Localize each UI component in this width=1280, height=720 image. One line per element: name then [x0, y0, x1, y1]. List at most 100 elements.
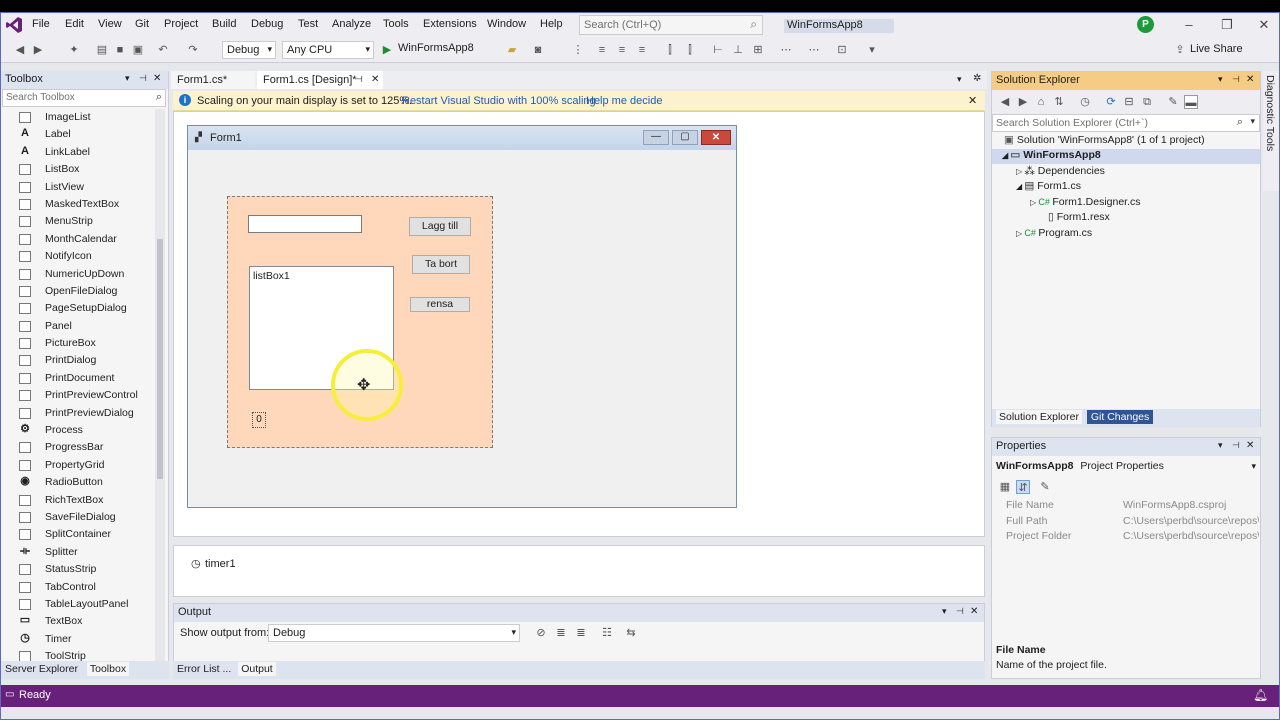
global-search-input[interactable]: Search (Ctrl+Q) ⌕	[579, 15, 763, 35]
toolbox-item-splitcontainer[interactable]: SplitContainer	[1, 526, 153, 543]
properties-icon[interactable]: ✎	[1166, 95, 1180, 109]
toolbox-item-process[interactable]: ⚙ Process	[1, 422, 153, 439]
settings-icon[interactable]: ✲	[973, 73, 981, 84]
solution-search-input[interactable]: Search Solution Explorer (Ctrl+`) ⌕ ▾	[992, 114, 1260, 132]
form1-window[interactable]: ▞ Form1 — ▢ ✕ Lagg till Ta bort rensa li…	[187, 125, 737, 508]
pin-icon[interactable]: ⊣	[1232, 74, 1240, 85]
live-share-icon[interactable]: ⇪	[1173, 43, 1187, 57]
tab-solution-explorer[interactable]: Solution Explorer	[996, 410, 1082, 424]
tab-overflow-icon[interactable]: ▾	[957, 74, 962, 85]
pin-icon[interactable]: ⊣	[956, 606, 964, 617]
toolbox-item-richtextbox[interactable]: RichTextBox	[1, 492, 153, 509]
categorized-icon[interactable]: ▦	[998, 480, 1012, 494]
toolbox-item-printdialog[interactable]: PrintDialog	[1, 352, 153, 369]
platform-select[interactable]: Any CPU	[282, 41, 374, 59]
tab-server-explorer[interactable]: Server Explorer	[5, 663, 78, 675]
toolbox-item-textbox[interactable]: ▭ TextBox	[1, 613, 153, 630]
minimize-icon[interactable]: –	[1179, 17, 1199, 33]
close-icon[interactable]: ✕	[153, 73, 161, 84]
toolbox-item-linklabel[interactable]: A LinkLabel	[1, 144, 153, 161]
close-icon[interactable]: ✕	[970, 606, 978, 617]
properties-object-select[interactable]: WinFormsApp8 Project Properties ▾	[996, 460, 1258, 476]
screenshot-icon[interactable]: ◙	[531, 43, 545, 57]
tree-solution[interactable]: ▣ Solution 'WinFormsApp8' (1 of 1 projec…	[1004, 134, 1205, 149]
start-button[interactable]: WinFormsApp8	[398, 42, 474, 54]
new-project-icon[interactable]: ✦	[67, 43, 81, 57]
tree-form1-designer[interactable]: ▷ C# Form1.Designer.cs	[1030, 196, 1141, 211]
toolbox-item-listbox[interactable]: ListBox	[1, 161, 153, 178]
tab-git-changes[interactable]: Git Changes	[1086, 410, 1154, 424]
property-row[interactable]: File Name WinFormsApp8.csproj	[992, 498, 1260, 514]
find-next-icon[interactable]: ≣	[574, 626, 588, 640]
maximize-icon[interactable]: ❐	[1217, 17, 1237, 33]
sync-icon[interactable]: ⟳	[1104, 95, 1118, 109]
toolbox-item-menustrip[interactable]: MenuStrip	[1, 213, 153, 230]
open-icon[interactable]: ▤	[95, 43, 109, 57]
property-row[interactable]: Project Folder C:\Users\perbd\source\repo…	[992, 529, 1260, 545]
toolbox-item-imagelist[interactable]: ImageList	[1, 109, 153, 126]
toolbox-item-panel[interactable]: Panel	[1, 318, 153, 335]
restart-link[interactable]: Restart Visual Studio with 100% scaling	[402, 95, 596, 107]
collapse-all-icon[interactable]: ⊟	[1122, 95, 1136, 109]
toolbox-item-printdocument[interactable]: PrintDocument	[1, 370, 153, 387]
forward-icon[interactable]: ▶	[1016, 95, 1030, 109]
toolbox-item-picturebox[interactable]: PictureBox	[1, 335, 153, 352]
property-row[interactable]: Full Path C:\Users\perbd\source\repos\W	[992, 514, 1260, 530]
property-pages-icon[interactable]: ✎	[1038, 480, 1052, 494]
toolbox-item-maskedtextbox[interactable]: MaskedTextBox	[1, 196, 153, 213]
configuration-select[interactable]: Debug	[222, 41, 276, 59]
diagnostic-tools-tab[interactable]: Diagnostic Tools	[1263, 71, 1279, 191]
tab-error-list[interactable]: Error List ...	[177, 663, 231, 675]
output-source-select[interactable]: Debug	[268, 624, 520, 642]
tree-project[interactable]: ◢ ▭ WinFormsApp8	[992, 149, 1260, 164]
scrollbar-thumb[interactable]	[157, 239, 163, 479]
tab-output[interactable]: Output	[238, 662, 276, 676]
tab-form1-cs[interactable]: Form1.cs*	[171, 71, 255, 89]
close-icon[interactable]: ✕	[371, 74, 379, 85]
toolbox-item-notifyicon[interactable]: NotifyIcon	[1, 248, 153, 265]
dropdown-icon[interactable]: ▾	[125, 73, 130, 84]
back-icon[interactable]: ◀	[13, 43, 27, 57]
preview-icon[interactable]: ▬	[1184, 95, 1198, 109]
redo-icon[interactable]: ↷	[186, 43, 200, 57]
pin-icon[interactable]: ⊣	[355, 74, 363, 85]
notifications-icon[interactable]: 🔔︎	[1253, 688, 1268, 702]
toolbox-item-progressbar[interactable]: ProgressBar	[1, 439, 153, 456]
menu-edit[interactable]: Edit	[65, 18, 84, 30]
folder-icon[interactable]: ▰	[505, 43, 519, 57]
save-all-icon[interactable]: ▣	[131, 43, 145, 57]
menu-extensions[interactable]: Extensions	[423, 18, 477, 30]
toolbox-item-statusstrip[interactable]: StatusStrip	[1, 561, 153, 578]
toolbar-overflow-icon[interactable]: ▾	[865, 43, 879, 57]
save-icon[interactable]: ■	[113, 43, 127, 57]
toolbox-item-tablelayoutpanel[interactable]: TableLayoutPanel	[1, 596, 153, 613]
alphabetical-icon[interactable]: ⇵	[1016, 480, 1030, 494]
tab-form1-design[interactable]: Form1.cs [Design]* ⊣ ✕	[257, 71, 383, 89]
menu-window[interactable]: Window	[487, 18, 526, 30]
toolbox-item-printpreviewcontrol[interactable]: PrintPreviewControl	[1, 387, 153, 404]
toolbox-item-openfiledialog[interactable]: OpenFileDialog	[1, 283, 153, 300]
timer1-component[interactable]: timer1	[205, 558, 236, 570]
toolbox-item-savefiledialog[interactable]: SaveFileDialog	[1, 509, 153, 526]
tab-toolbox[interactable]: Toolbox	[86, 662, 130, 676]
home-icon[interactable]: ⌂	[1034, 95, 1048, 109]
toolbox-item-monthcalendar[interactable]: MonthCalendar	[1, 231, 153, 248]
dropdown-icon[interactable]: ▾	[1218, 440, 1223, 451]
start-icon[interactable]: ▶	[380, 43, 394, 57]
pending-changes-icon[interactable]: ◷	[1078, 95, 1092, 109]
toolbox-scrollbar[interactable]	[155, 109, 165, 669]
toolbox-item-pagesetupdialog[interactable]: PageSetupDialog	[1, 300, 153, 317]
undo-icon[interactable]: ↶	[156, 43, 170, 57]
help-decide-link[interactable]: Help me decide	[586, 95, 662, 107]
toolbox-item-numericupdown[interactable]: NumericUpDown	[1, 266, 153, 283]
toolbox-item-splitter[interactable]: ⟛ Splitter	[1, 544, 153, 561]
menu-test[interactable]: Test	[298, 18, 318, 30]
tree-dependencies[interactable]: ▷ ⁂ Dependencies	[1016, 165, 1105, 180]
menu-help[interactable]: Help	[540, 18, 563, 30]
tree-program-cs[interactable]: ▷ C# Program.cs	[1016, 227, 1092, 242]
align-icon[interactable]: ⋮	[571, 43, 585, 57]
menu-debug[interactable]: Debug	[251, 18, 283, 30]
toolbox-item-label[interactable]: A Label	[1, 126, 153, 143]
pin-icon[interactable]: ⊣	[139, 73, 147, 84]
toolbox-item-timer[interactable]: ◷ Timer	[1, 631, 153, 648]
